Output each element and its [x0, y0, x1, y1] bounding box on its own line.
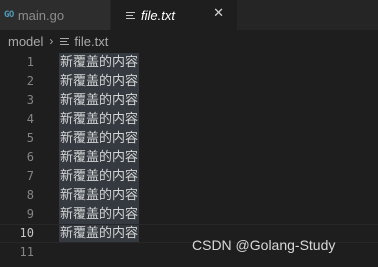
tab-label: main.go	[17, 7, 65, 23]
line-number: 10	[19, 226, 34, 240]
line-text[interactable]: 新覆盖的内容	[59, 148, 140, 167]
editor-line[interactable]: 8 新覆盖的内容	[0, 186, 378, 205]
line-number: 8	[26, 188, 34, 202]
line-text[interactable]: 新覆盖的内容	[59, 129, 140, 148]
line-number: 5	[26, 131, 34, 145]
line-text[interactable]: 新覆盖的内容	[59, 53, 140, 72]
editor-line[interactable]: 1 新覆盖的内容	[0, 53, 378, 72]
breadcrumb-folder[interactable]: model	[8, 34, 43, 49]
editor-line[interactable]: 3 新覆盖的内容	[0, 91, 378, 110]
line-number: 6	[26, 150, 34, 164]
editor-line[interactable]: 5 新覆盖的内容	[0, 129, 378, 148]
line-number: 4	[26, 112, 34, 126]
line-text[interactable]: 新覆盖的内容	[59, 72, 140, 91]
editor-line[interactable]: 9 新覆盖的内容	[0, 205, 378, 224]
chevron-right-icon: ›	[49, 34, 54, 48]
text-file-icon	[126, 11, 135, 20]
editor-line[interactable]: 6 新覆盖的内容	[0, 148, 378, 167]
tab-label: file.txt	[141, 7, 175, 23]
line-text[interactable]: 新覆盖的内容	[59, 186, 140, 205]
tab-main-go[interactable]: GO main.go	[0, 0, 111, 30]
editor-line[interactable]: 2 新覆盖的内容	[0, 72, 378, 91]
editor-line[interactable]: 4 新覆盖的内容	[0, 110, 378, 129]
code-editor[interactable]: 1 新覆盖的内容 2 新覆盖的内容 3 新覆盖的内容 4 新覆盖的内容 5 新覆…	[0, 52, 378, 267]
editor-window: GO main.go file.txt ✕ model › file.txt 1…	[0, 0, 378, 267]
line-text[interactable]: 新覆盖的内容	[59, 205, 140, 224]
editor-line[interactable]: 7 新覆盖的内容	[0, 167, 378, 186]
line-number: 7	[26, 169, 34, 183]
tab-file-txt[interactable]: file.txt ✕	[111, 0, 237, 30]
line-text[interactable]: 新覆盖的内容	[59, 110, 140, 129]
line-number: 11	[19, 245, 34, 259]
line-text[interactable]: 新覆盖的内容	[59, 91, 140, 110]
close-icon[interactable]: ✕	[213, 6, 224, 21]
go-icon: GO	[4, 10, 14, 20]
breadcrumb-file[interactable]: file.txt	[74, 34, 108, 49]
tab-bar: GO main.go file.txt ✕	[0, 0, 378, 30]
line-number: 3	[26, 93, 34, 107]
breadcrumb: model › file.txt	[0, 30, 378, 52]
watermark: CSDN @Golang-Study	[192, 237, 336, 253]
line-number: 9	[26, 207, 34, 221]
line-text[interactable]: 新覆盖的内容	[59, 167, 140, 186]
text-file-icon	[60, 37, 70, 46]
line-number: 2	[26, 74, 34, 88]
line-text[interactable]: 新覆盖的内容	[59, 225, 140, 242]
line-number: 1	[26, 55, 34, 69]
